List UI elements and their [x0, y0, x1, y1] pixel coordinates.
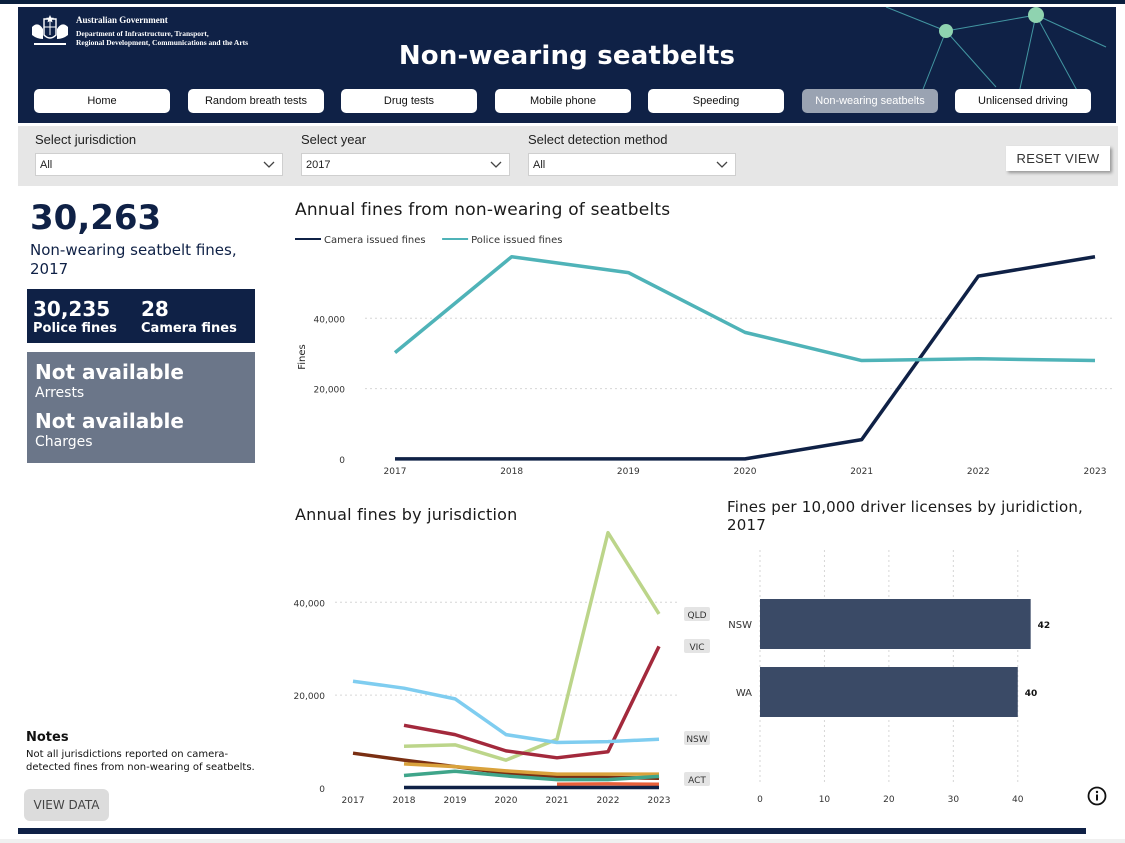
- police-fines-label: Police fines: [33, 321, 117, 336]
- charges-value: Not available: [35, 409, 184, 433]
- x-tick-label: 2017: [384, 467, 407, 477]
- info-icon[interactable]: [1087, 786, 1107, 806]
- method-filter: Select detection method All: [528, 132, 736, 176]
- reset-view-button[interactable]: RESET VIEW: [1006, 146, 1110, 171]
- gov-line-1: Australian Government: [76, 15, 168, 25]
- method-select[interactable]: All: [528, 153, 736, 176]
- x-tick-label: 20: [883, 795, 895, 805]
- y-tick-label: 20,000: [294, 692, 326, 702]
- nav-non-wearing-seatbelts[interactable]: Non-wearing seatbelts: [802, 89, 938, 113]
- kpi-total-value: 30,263: [30, 198, 162, 238]
- nav-mobile-phone[interactable]: Mobile phone: [495, 89, 631, 113]
- jurisdiction-line-chart: 0 20,000 40,000 2017 2018 2019 2020 2021 2022 202…: [294, 530, 710, 806]
- camera-fines-value: 28: [141, 297, 169, 321]
- top-strip: [0, 0, 1125, 4]
- x-tick-label: 2018: [500, 467, 523, 477]
- fines-per-license-bar-chart: 0 10 20 30 40 NSW 42 WA 40: [728, 550, 1051, 805]
- nav-speeding[interactable]: Speeding: [648, 89, 784, 113]
- chevron-down-icon: [490, 161, 502, 168]
- x-tick-label: 2017: [342, 796, 365, 806]
- y-tick-label: 0: [339, 456, 345, 466]
- year-filter: Select year 2017: [301, 132, 510, 176]
- series-line: [393, 255, 1096, 363]
- nav-bar: Home Random breath tests Drug tests Mobi…: [34, 89, 1094, 113]
- kpi-total-label: Non-wearing seatbelt fines, 2017: [30, 241, 237, 278]
- chart3-title: Fines per 10,000 driver licenses by juri…: [727, 498, 1084, 534]
- header-banner: Australian Government Department of Infr…: [18, 7, 1116, 123]
- x-tick-label: 2019: [444, 796, 467, 806]
- y-axis-label: Fines: [297, 344, 308, 370]
- x-tick-label: 0: [757, 795, 763, 805]
- series-label: ACT: [688, 776, 706, 786]
- jurisdiction-filter: Select jurisdiction All: [35, 132, 283, 176]
- chart1-title: Annual fines from non-wearing of seatbel…: [295, 200, 671, 220]
- arrests-value: Not available: [35, 360, 184, 384]
- filter-bar: Select jurisdiction All Select year 2017…: [18, 126, 1118, 186]
- x-tick-label: 40: [1012, 795, 1024, 805]
- year-select-value: 2017: [306, 158, 331, 171]
- method-select-value: All: [533, 158, 546, 171]
- x-tick-label: 2022: [967, 467, 990, 477]
- police-fines-value: 30,235: [33, 297, 111, 321]
- series-line: [352, 679, 660, 745]
- kpi-arrests-charges-card: Not available Arrests Not available Char…: [27, 352, 255, 463]
- camera-fines-label: Camera fines: [141, 321, 237, 336]
- arrests-label: Arrests: [35, 385, 85, 401]
- year-select[interactable]: 2017: [301, 153, 510, 176]
- legend-label: Police issued fines: [471, 235, 562, 246]
- x-tick-label: 2019: [617, 467, 640, 477]
- series-label: QLD: [687, 611, 706, 621]
- y-tick-label: 0: [319, 785, 325, 795]
- view-data-button[interactable]: VIEW DATA: [24, 789, 109, 821]
- bottom-bar: [18, 828, 1086, 834]
- jurisdiction-select-value: All: [40, 158, 53, 171]
- x-tick-label: 10: [819, 795, 831, 805]
- bar: [760, 667, 1018, 717]
- x-tick-label: 2021: [546, 796, 569, 806]
- data-label: 42: [1038, 621, 1051, 631]
- method-filter-label: Select detection method: [528, 132, 668, 147]
- nav-drug-tests[interactable]: Drug tests: [341, 89, 477, 113]
- chevron-down-icon: [716, 161, 728, 168]
- page-title: Non-wearing seatbelts: [398, 41, 736, 71]
- series-label: NSW: [686, 735, 707, 745]
- charges-label: Charges: [35, 434, 93, 450]
- y-tick-label: 20,000: [314, 386, 346, 396]
- kpi-fines-card: 30,235 Police fines 28 Camera fines: [27, 289, 255, 343]
- legend-label: Camera issued fines: [324, 235, 426, 246]
- category-label: WA: [736, 688, 752, 699]
- x-tick-label: 2021: [850, 467, 873, 477]
- x-tick-label: 2018: [393, 796, 416, 806]
- year-filter-label: Select year: [301, 132, 367, 147]
- chart2-title: Annual fines by jurisdiction: [295, 505, 518, 524]
- dashboard-page: Australian Government Department of Infr…: [0, 0, 1125, 843]
- y-tick-label: 40,000: [294, 599, 326, 609]
- footer-line: [0, 839, 1125, 843]
- y-tick-label: 40,000: [314, 315, 346, 325]
- x-tick-label: 2023: [648, 796, 671, 806]
- x-tick-label: 2020: [495, 796, 518, 806]
- x-tick-label: 2022: [597, 796, 620, 806]
- notes-title: Notes: [26, 730, 69, 745]
- series-label: VIC: [689, 643, 704, 653]
- gov-line-2: Department of Infrastructure, Transport,: [76, 29, 209, 38]
- x-tick-label: 30: [948, 795, 960, 805]
- nav-random-breath-tests[interactable]: Random breath tests: [188, 89, 324, 113]
- chevron-down-icon: [263, 161, 275, 168]
- category-label: NSW: [728, 620, 752, 631]
- data-label: 40: [1025, 689, 1038, 699]
- jurisdiction-select[interactable]: All: [35, 153, 283, 176]
- x-tick-label: 2020: [734, 467, 757, 477]
- jurisdiction-filter-label: Select jurisdiction: [35, 132, 137, 147]
- nav-home[interactable]: Home: [34, 89, 170, 113]
- x-tick-label: 2023: [1084, 467, 1107, 477]
- notes-text: Not all jurisdictions reported on camera…: [26, 749, 255, 773]
- bar: [760, 599, 1031, 649]
- nav-unlicensed-driving[interactable]: Unlicensed driving: [955, 89, 1091, 113]
- annual-fines-line-chart: 0 20,000 40,000 Fines 2017 2018 2019 2020 2021 20…: [295, 235, 1115, 477]
